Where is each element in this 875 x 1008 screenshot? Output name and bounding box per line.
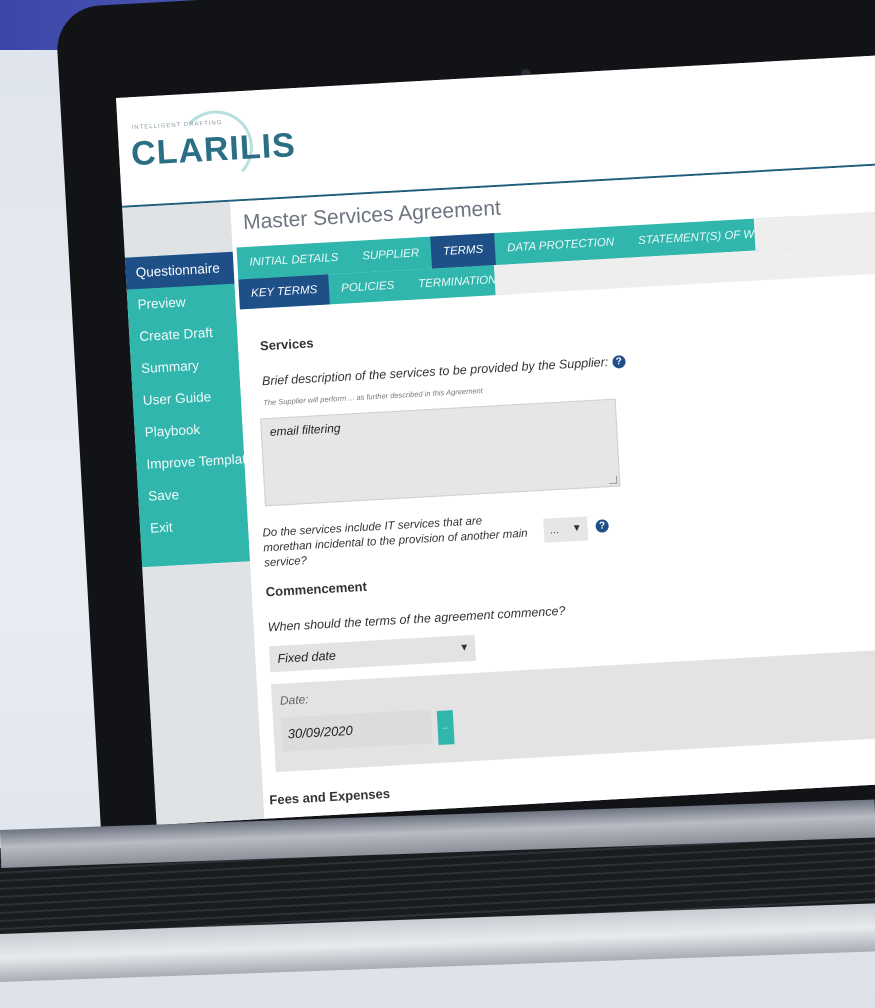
sidebar-spacer xyxy=(122,201,233,258)
main-content: Master Services Agreement INITIAL DETAIL… xyxy=(229,164,875,821)
date-input[interactable]: 30/09/2020 xyxy=(280,709,433,752)
sidebar-item-improve-template[interactable]: Improve Template xyxy=(136,443,254,481)
services-hint: The Supplier will perform ... as further… xyxy=(262,385,483,408)
date-picker-button[interactable]: ... xyxy=(436,710,455,745)
page-title: Master Services Agreement xyxy=(242,196,502,235)
logo[interactable]: CLARILIS xyxy=(130,126,297,174)
it-services-value: ... xyxy=(549,523,560,537)
commencement-selected: Fixed date xyxy=(277,648,337,666)
sidebar-item-exit[interactable]: Exit xyxy=(139,507,249,545)
services-heading: Services xyxy=(259,335,314,354)
date-label: Date: xyxy=(279,692,309,708)
fees-heading: Fees and Expenses xyxy=(269,785,391,808)
tab-terms[interactable]: TERMS xyxy=(430,233,497,269)
sidebar-filler xyxy=(142,561,265,825)
commencement-select[interactable]: Fixed date ▼ xyxy=(268,634,476,673)
chevron-down-icon: ▼ xyxy=(459,642,470,654)
services-description-input[interactable]: email filtering xyxy=(260,398,621,507)
services-question-text: Brief description of the services to be … xyxy=(261,354,609,389)
sidebar-item-questionnaire[interactable]: Questionnaire xyxy=(124,251,235,290)
subtab-key-terms[interactable]: KEY TERMS xyxy=(238,274,331,310)
tab-supplier[interactable]: SUPPLIER xyxy=(349,237,432,273)
commencement-question: When should the terms of the agreement c… xyxy=(267,603,566,635)
resize-handle-icon[interactable] xyxy=(608,475,618,485)
it-services-question: Do the services include IT services that… xyxy=(262,515,528,570)
commencement-heading: Commencement xyxy=(265,578,368,600)
sidebar: Questionnaire Preview Create Draft Summa… xyxy=(124,251,254,568)
question-circle-icon[interactable]: ? xyxy=(611,355,626,369)
services-question: Brief description of the services to be … xyxy=(262,354,626,388)
subtab-policies[interactable]: POLICIES xyxy=(328,270,407,304)
services-description-value: email filtering xyxy=(269,420,341,439)
chevron-down-icon: ▼ xyxy=(571,522,583,535)
question-circle-icon[interactable]: ? xyxy=(595,519,610,533)
it-services-select[interactable]: ... ▼ xyxy=(543,516,589,543)
app-screen: INTELLIGENT DRAFTING CLARILIS Questionna… xyxy=(116,54,875,825)
